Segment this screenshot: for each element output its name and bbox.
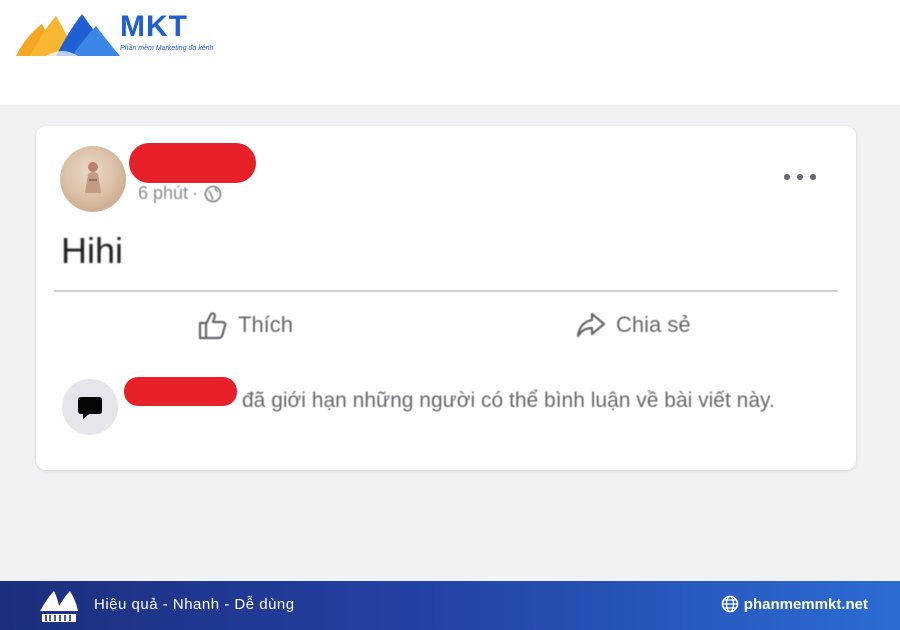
more-dot <box>797 174 803 180</box>
top-header: MKT Phần mềm Marketing đa kênh <box>0 0 900 105</box>
more-dot <box>784 174 790 180</box>
more-options-button[interactable] <box>784 166 816 188</box>
share-icon <box>576 312 606 338</box>
share-button[interactable]: Chia sẻ <box>574 306 691 344</box>
footer-slogan: Hiệu quả - Nhanh - Dễ dùng <box>94 596 295 613</box>
footer-website: phanmemmkt.net <box>743 595 868 613</box>
comment-restriction-notice: đã giới hạn những người có thể bình luận… <box>242 389 775 412</box>
more-dot <box>810 174 816 180</box>
share-label: Chia sẻ <box>616 312 691 337</box>
brand-name: MKT <box>120 10 188 43</box>
post-card: 6 phút · Hihi Thích Chia sẻ đã giới hạn … <box>36 126 856 470</box>
comment-restriction-icon <box>62 379 118 435</box>
avatar-figure-icon <box>85 162 101 193</box>
globe-icon <box>204 185 222 202</box>
mkt-logo-icon <box>16 14 120 56</box>
post-time[interactable]: 6 phút <box>138 183 188 204</box>
author-name-redaction <box>129 143 256 183</box>
post-text: Hihi <box>61 230 124 271</box>
like-label: Thích <box>238 312 294 337</box>
divider <box>54 290 838 292</box>
footer-mkt-logo-icon <box>40 591 78 622</box>
comment-bubble-icon <box>78 397 102 419</box>
author-avatar[interactable] <box>60 146 126 212</box>
footer-banner: Hiệu quả - Nhanh - Dễ dùng phanmemmkt.ne… <box>0 581 900 630</box>
brand-logo[interactable]: MKT Phần mềm Marketing đa kênh <box>16 10 213 58</box>
footer-website-link[interactable]: phanmemmkt.net <box>721 595 868 613</box>
like-button[interactable]: Thích <box>196 306 293 344</box>
meta-separator: · <box>192 183 199 203</box>
world-icon <box>721 595 739 613</box>
like-icon <box>198 312 227 340</box>
post-meta: 6 phút · <box>138 183 222 204</box>
brand-tagline: Phần mềm Marketing đa kênh <box>120 45 214 52</box>
